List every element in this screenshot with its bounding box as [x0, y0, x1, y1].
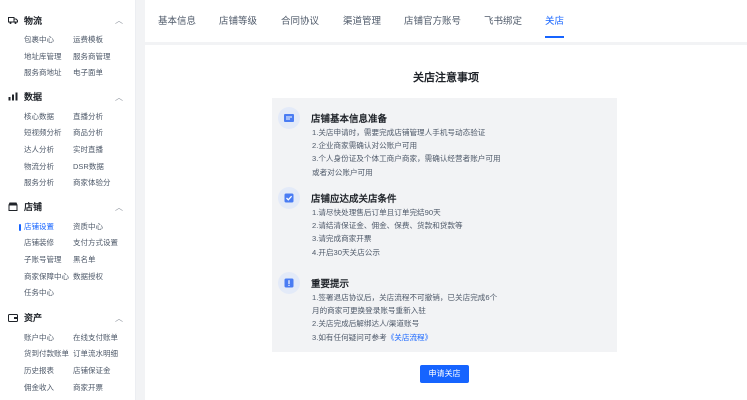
- alert-icon: [278, 272, 300, 294]
- sidebar-group-title: 资产: [24, 313, 43, 324]
- section-line: 3.个人身份证及个体工商户商家，需确认经营者账户可用: [312, 154, 501, 164]
- sidebar-item-product-analysis[interactable]: 商品分析: [73, 125, 131, 142]
- sidebar-item-blacklist[interactable]: 黑名单: [73, 252, 131, 269]
- truck-icon: [8, 15, 18, 25]
- sidebar-item-merchant-experience[interactable]: 商家体验分: [73, 175, 131, 192]
- section-body: 1.签署退店协议后，关店流程不可撤销，已关店完成6个 月的商家可更换登录账号重新…: [312, 291, 552, 344]
- sidebar-item-store-settings[interactable]: 店铺设置: [19, 219, 73, 236]
- sidebar-item-address-library[interactable]: 地址库管理: [24, 49, 73, 66]
- sidebar: 物流 ︿ 包裹中心 运费模板 地址库管理 服务商管理 服务商地址 电子面单 数据…: [0, 0, 136, 400]
- sidebar-item-package-center[interactable]: 包裹中心: [24, 32, 73, 49]
- sidebar-item-realtime-live[interactable]: 实时直播: [73, 142, 131, 159]
- sidebar-item-core-data[interactable]: 核心数据: [24, 109, 73, 126]
- section-line: 1.关店申请时，需要完成店铺管理人手机号动态验证: [312, 128, 486, 137]
- main-content: 关店注意事项 店铺基本信息准备 1.关店申请时，需要完成店铺管理人手机号动态验证…: [145, 45, 747, 400]
- section-line: 2.企业商家需确认对公账户可用: [312, 141, 418, 151]
- checklist-icon: [278, 187, 300, 209]
- tab-close-store[interactable]: 关店: [545, 0, 565, 42]
- sidebar-group-logistics: 物流 ︿ 包裹中心 运费模板 地址库管理 服务商管理 服务商地址 电子面单: [0, 0, 135, 82]
- sidebar-group-header[interactable]: 店铺 ︿: [0, 199, 135, 215]
- sidebar-item-task-center[interactable]: 任务中心: [24, 285, 73, 302]
- sidebar-item-merchant-protection[interactable]: 商家保障中心: [24, 269, 73, 286]
- section-line: 1.请尽快处理售后订单且订单完结90天: [312, 208, 441, 217]
- sidebar-item-qualification-center[interactable]: 资质中心: [73, 219, 131, 236]
- section-title: 店铺应达成关店条件: [311, 194, 397, 205]
- section-line: 月的商家可更换登录账号重新入驻: [312, 306, 426, 316]
- chevron-up-icon[interactable]: ︿: [115, 313, 123, 324]
- section-line: 4.开启30天关店公示: [312, 247, 380, 257]
- sidebar-item-payment-settings[interactable]: 支付方式设置: [73, 235, 131, 252]
- section-body: 1.关店申请时，需要完成店铺管理人手机号动态验证 2.企业商家需确认对公账户可用…: [312, 126, 552, 179]
- sidebar-group-store: 店铺 ︿ 店铺设置 资质中心 店铺装修 支付方式设置 子账号管理 黑名单 商家保…: [0, 192, 135, 302]
- sidebar-group-assets: 资产 ︿ 账户中心 在线支付账单 货到付款账单 订单流水明细 历史报表 店铺保证…: [0, 302, 135, 396]
- sidebar-item-dsr-data[interactable]: DSR数据: [73, 159, 131, 176]
- sidebar-item-grid: 店铺设置 资质中心 店铺装修 支付方式设置 子账号管理 黑名单 商家保障中心 数…: [0, 219, 135, 302]
- sidebar-item-provider-address[interactable]: 服务商地址: [24, 65, 73, 82]
- sidebar-item-grid: 包裹中心 运费模板 地址库管理 服务商管理 服务商地址 电子面单: [0, 32, 135, 82]
- sidebar-item-store-decoration[interactable]: 店铺装修: [24, 235, 73, 252]
- sidebar-item-cod-bill[interactable]: 货到付款账单: [24, 346, 73, 363]
- tab-official-account[interactable]: 店铺官方账号: [404, 0, 461, 42]
- store-icon: [8, 202, 18, 212]
- document-icon: [278, 107, 300, 129]
- sidebar-group-title: 数据: [24, 92, 43, 103]
- tab-store-level[interactable]: 店铺等级: [219, 0, 257, 42]
- sidebar-group-header[interactable]: 资产 ︿: [0, 310, 135, 326]
- apply-close-store-button[interactable]: 申请关店: [420, 365, 469, 383]
- chart-icon: [8, 92, 18, 102]
- tab-contracts[interactable]: 合同协议: [281, 0, 319, 42]
- sidebar-item-online-payment-bill[interactable]: 在线支付账单: [73, 330, 131, 347]
- close-store-process-link[interactable]: 《关店流程》: [387, 333, 433, 342]
- sidebar-item-data-authorization[interactable]: 数据授权: [73, 269, 131, 286]
- sidebar-item-live-analysis[interactable]: 直播分析: [73, 109, 131, 126]
- sidebar-item-commission-income[interactable]: 佣金收入: [24, 380, 73, 397]
- section-line: 或者对公账户可用: [312, 167, 373, 177]
- sidebar-item-shipping-template[interactable]: 运费模板: [73, 32, 131, 49]
- sidebar-item-provider-management[interactable]: 服务商管理: [73, 49, 131, 66]
- sidebar-item-order-flow[interactable]: 订单流水明细: [73, 346, 131, 363]
- section-line: 3.如有任何疑问可参考《关店流程》: [312, 331, 552, 344]
- sidebar-item-service-analysis[interactable]: 服务分析: [24, 175, 73, 192]
- section-line: 2.关店完成后解绑达人/渠道账号: [312, 319, 420, 329]
- sidebar-group-title: 店铺: [24, 202, 43, 213]
- section-body: 1.请尽快处理售后订单且订单完结90天 2.请结清保证金、佣金、保费、货款和贷款…: [312, 206, 552, 259]
- sidebar-item-grid: 账户中心 在线支付账单 货到付款账单 订单流水明细 历史报表 店铺保证金 佣金收…: [0, 330, 135, 396]
- sidebar-group-title: 物流: [24, 15, 43, 26]
- sidebar-item-account-center[interactable]: 账户中心: [24, 330, 73, 347]
- sidebar-group-header[interactable]: 数据 ︿: [0, 89, 135, 105]
- section-line: 3.请完成商家开票: [312, 234, 372, 244]
- sidebar-item-merchant-invoice[interactable]: 商家开票: [73, 380, 131, 397]
- tab-bar: 基本信息 店铺等级 合同协议 渠道管理 店铺官方账号 飞书绑定 关店: [145, 0, 747, 42]
- sidebar-item-short-video-analysis[interactable]: 短视频分析: [24, 125, 73, 142]
- sidebar-item-grid: 核心数据 直播分析 短视频分析 商品分析 达人分析 实时直播 物流分析 DSR数…: [0, 109, 135, 192]
- section-line: 1.签署退店协议后，关店流程不可撤销，已关店完成6个: [312, 293, 498, 302]
- sidebar-item-logistics-analysis[interactable]: 物流分析: [24, 159, 73, 176]
- notice-panel: 店铺基本信息准备 1.关店申请时，需要完成店铺管理人手机号动态验证 2.企业商家…: [272, 98, 617, 352]
- sidebar-group-data: 数据 ︿ 核心数据 直播分析 短视频分析 商品分析 达人分析 实时直播 物流分析…: [0, 82, 135, 192]
- sidebar-item-store-deposit[interactable]: 店铺保证金: [73, 363, 131, 380]
- chevron-up-icon[interactable]: ︿: [115, 15, 123, 26]
- tab-feishu-binding[interactable]: 飞书绑定: [484, 0, 522, 42]
- chevron-up-icon[interactable]: ︿: [115, 202, 123, 213]
- page-title: 关店注意事项: [413, 72, 479, 84]
- section-line-text: 3.如有任何疑问可参考: [312, 332, 387, 342]
- tab-channel-management[interactable]: 渠道管理: [343, 0, 381, 42]
- sidebar-item-history-reports[interactable]: 历史报表: [24, 363, 73, 380]
- sidebar-item-creator-analysis[interactable]: 达人分析: [24, 142, 73, 159]
- sidebar-item-e-waybill[interactable]: 电子面单: [73, 65, 131, 82]
- section-line: 2.请结清保证金、佣金、保费、货款和贷款等: [312, 221, 463, 231]
- sidebar-group-header[interactable]: 物流 ︿: [0, 12, 135, 28]
- section-title: 店铺基本信息准备: [311, 114, 388, 125]
- tab-basic-info[interactable]: 基本信息: [158, 0, 196, 42]
- chevron-up-icon[interactable]: ︿: [115, 92, 123, 103]
- wallet-icon: [8, 313, 18, 323]
- sidebar-item-sub-accounts[interactable]: 子账号管理: [24, 252, 73, 269]
- section-title: 重要提示: [311, 279, 350, 290]
